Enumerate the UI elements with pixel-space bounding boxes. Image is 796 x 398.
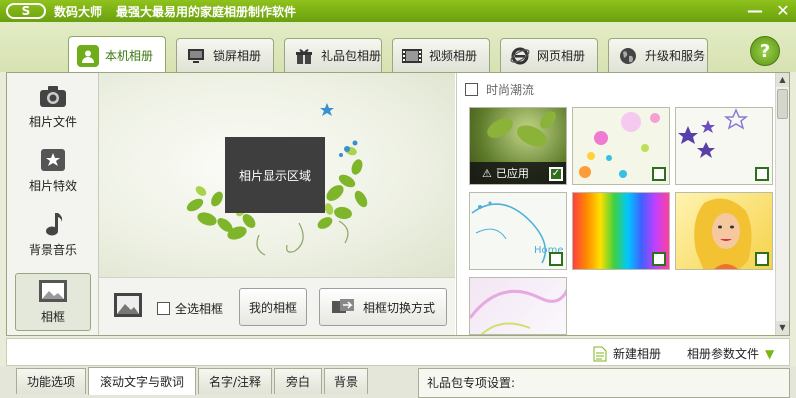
- title-bar: S 数码大师 最强大最易用的家庭相册制作软件 — ✕: [0, 0, 796, 22]
- app-name: 数码大师: [54, 4, 103, 19]
- scroll-thumb[interactable]: [777, 89, 788, 119]
- gift-icon: [293, 45, 315, 67]
- tab-name-notes[interactable]: 名字/注释: [198, 368, 272, 394]
- app-logo: S: [6, 3, 46, 19]
- monitor-icon: [185, 45, 207, 67]
- bottom-tab-bar: 功能选项 滚动文字与歌词 名字/注释 旁白 背景 礼品包专项设置:: [0, 366, 796, 398]
- minimize-button[interactable]: —: [746, 2, 764, 20]
- main-tab-bar: 本机相册 锁屏相册 礼品包相册 视频相册 网页相册 升级和服务 ?: [0, 22, 796, 74]
- select-all-label: 全选相框: [175, 302, 224, 316]
- switch-icon: [331, 299, 354, 313]
- chevron-down-icon: ▼: [765, 346, 775, 361]
- frame-thumbnail-icon: [114, 293, 142, 317]
- switch-mode-label: 相框切换方式: [362, 300, 435, 315]
- select-all-frames[interactable]: 全选相框: [157, 300, 223, 317]
- logo-text: S: [21, 4, 31, 18]
- leaves-art: [487, 111, 556, 147]
- sidebar-item-background-music[interactable]: 背景音乐: [15, 207, 91, 265]
- app-slogan: 最强大最易用的家庭相册制作软件: [116, 4, 297, 19]
- tab-label: 网页相册: [537, 49, 586, 63]
- category-checkbox[interactable]: [465, 83, 478, 96]
- tab-label: 礼品包相册: [321, 49, 382, 63]
- film-icon: [401, 45, 423, 67]
- warning-icon: ⚠: [482, 166, 492, 180]
- sidebar-item-label: 相框: [40, 310, 65, 324]
- tab-scroll-text-lyrics[interactable]: 滚动文字与歌词: [88, 367, 196, 395]
- frame-gallery: 时尚潮流 ⚠ 已应用 ✓ Home ▲ ▼: [456, 73, 789, 335]
- frame-thumbnail-colorful-bubbles[interactable]: [572, 107, 670, 185]
- tab-label: 锁屏相册: [213, 49, 262, 63]
- sidebar-item-label: 相片特效: [28, 179, 77, 193]
- thumbnail-checkbox[interactable]: [652, 252, 666, 266]
- ie-icon: [509, 45, 531, 67]
- new-album-label: 新建相册: [613, 347, 662, 361]
- tab-narration[interactable]: 旁白: [274, 368, 322, 394]
- frame-thumbnail-blonde-girl[interactable]: [675, 192, 773, 270]
- sidebar-item-label: 背景音乐: [28, 243, 77, 257]
- gallery-scrollbar[interactable]: ▲ ▼: [775, 73, 789, 335]
- album-actions-bar: 新建相册 相册参数文件 ▼: [6, 338, 790, 366]
- thumbnail-checkbox[interactable]: [549, 252, 563, 266]
- sidebar-item-photo-files[interactable]: 相片文件: [15, 79, 91, 137]
- effects-icon: [38, 147, 68, 173]
- tab-label: 本机相册: [105, 49, 154, 63]
- thumbnail-checkbox[interactable]: [755, 167, 769, 181]
- tab-video-album[interactable]: 视频相册: [392, 38, 490, 72]
- tab-label: 视频相册: [429, 49, 478, 63]
- music-note-icon: [38, 211, 68, 237]
- photo-display-area: 相片显示区域: [225, 137, 325, 213]
- tab-local-album[interactable]: 本机相册: [68, 36, 166, 74]
- globe-icon: [617, 45, 639, 67]
- my-frames-button[interactable]: 我的相框: [239, 288, 307, 326]
- sidebar-item-label: 相片文件: [28, 115, 77, 129]
- new-document-icon: [593, 346, 607, 361]
- sidebar: 相片文件 相片特效 背景音乐 相框: [7, 73, 99, 335]
- sidebar-item-frame[interactable]: 相框: [15, 273, 91, 331]
- applied-label: 已应用: [495, 167, 529, 180]
- frame-toolbar: 全选相框 我的相框 相框切换方式: [99, 277, 455, 335]
- frame-thumbnail-pink-swirl[interactable]: [469, 277, 567, 335]
- tab-label: 升级和服务: [645, 49, 706, 63]
- tab-gift-album[interactable]: 礼品包相册: [284, 38, 382, 72]
- camera-icon: [38, 83, 68, 109]
- tab-lockscreen-album[interactable]: 锁屏相册: [176, 38, 274, 72]
- new-album-link[interactable]: 新建相册: [593, 345, 661, 362]
- main-panel: 相片文件 相片特效 背景音乐 相框 相片显示区域 全选相框 我的相框 相框切换方…: [6, 72, 790, 336]
- scroll-down-arrow[interactable]: ▼: [776, 321, 789, 335]
- thumbnail-checkbox[interactable]: [652, 167, 666, 181]
- tab-web-album[interactable]: 网页相册: [500, 38, 598, 72]
- thumbnail-checkbox-checked[interactable]: ✓: [549, 167, 563, 181]
- help-button[interactable]: ?: [750, 36, 780, 66]
- frame-thumbnail-purple-stars[interactable]: [675, 107, 773, 185]
- album-params-dropdown[interactable]: 相册参数文件 ▼: [687, 345, 774, 362]
- select-all-checkbox[interactable]: [157, 302, 170, 315]
- frame-thumbnail-green-leaves[interactable]: ⚠ 已应用 ✓: [469, 107, 567, 185]
- tab-background[interactable]: 背景: [324, 368, 368, 394]
- frame-switch-mode-button[interactable]: 相框切换方式: [319, 288, 447, 326]
- album-params-label: 相册参数文件: [687, 347, 760, 361]
- person-icon: [77, 44, 99, 67]
- frame-thumbnail-rainbow-stripes[interactable]: [572, 192, 670, 270]
- scroll-up-arrow[interactable]: ▲: [776, 73, 789, 87]
- frame-icon: [38, 278, 68, 304]
- category-label: 时尚潮流: [486, 83, 535, 97]
- category-header[interactable]: 时尚潮流: [465, 81, 534, 98]
- pink-swirl-art: [470, 288, 566, 334]
- thumbnail-checkbox[interactable]: [755, 252, 769, 266]
- frame-preview: 相片显示区域: [99, 73, 455, 277]
- tab-upgrade-service[interactable]: 升级和服务: [608, 38, 708, 72]
- gift-settings-label: 礼品包专项设置:: [418, 368, 790, 398]
- close-button[interactable]: ✕: [774, 2, 792, 20]
- sidebar-item-photo-effects[interactable]: 相片特效: [15, 143, 91, 201]
- frame-thumbnail-home-swirl[interactable]: Home: [469, 192, 567, 270]
- tab-function-options[interactable]: 功能选项: [16, 368, 86, 394]
